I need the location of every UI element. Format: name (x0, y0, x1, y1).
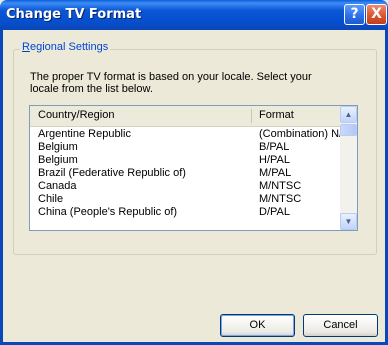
window-title: Change TV Format (6, 7, 142, 22)
country-cell: Belgium (38, 154, 78, 166)
scroll-thumb[interactable] (340, 124, 357, 136)
description-text: The proper TV format is based on your lo… (30, 71, 312, 95)
format-cell: D/PAL (259, 206, 290, 218)
list-item[interactable]: Chile M/NTSC (30, 193, 341, 206)
format-cell: M/PAL (259, 167, 292, 179)
cancel-button[interactable]: Cancel (303, 314, 378, 337)
close-icon[interactable]: X (366, 4, 387, 25)
list-header: Country/Region Format (30, 106, 341, 127)
list-item[interactable]: Canada M/NTSC (30, 180, 341, 193)
country-cell: Argentine Republic (38, 128, 131, 140)
country-cell: Belgium (38, 141, 78, 153)
locale-list[interactable]: Country/Region Format Argentine Republic… (29, 105, 358, 231)
country-cell: Brazil (Federative Republic of) (38, 167, 186, 179)
country-cell: China (People's Republic of) (38, 206, 178, 218)
list-item[interactable]: Argentine Republic (Combination) N/P... (30, 128, 357, 141)
country-cell: Canada (38, 180, 77, 192)
help-icon[interactable]: ? (344, 4, 365, 25)
title-bar[interactable]: Change TV Format ? X (0, 0, 388, 30)
scroll-down-icon[interactable]: ▼ (340, 213, 357, 230)
format-cell: B/PAL (259, 141, 290, 153)
scroll-up-icon[interactable]: ▲ (340, 106, 357, 123)
list-item[interactable]: China (People's Republic of) D/PAL (30, 206, 341, 219)
format-cell: M/NTSC (259, 193, 302, 205)
format-cell: H/PAL (259, 154, 290, 166)
list-item[interactable]: Belgium B/PAL (30, 141, 341, 154)
country-cell: Chile (38, 193, 64, 205)
list-item[interactable]: Brazil (Federative Republic of) M/PAL (30, 167, 341, 180)
column-header-format[interactable]: Format (251, 106, 294, 125)
ok-button[interactable]: OK (220, 314, 295, 337)
format-cell: M/NTSC (259, 180, 302, 192)
list-item[interactable]: Belgium H/PAL (30, 154, 341, 167)
column-header-country[interactable]: Country/Region (30, 106, 114, 125)
vertical-scrollbar[interactable]: ▲ ▼ (340, 106, 357, 230)
regional-settings-label: Regional Settings (20, 41, 111, 53)
